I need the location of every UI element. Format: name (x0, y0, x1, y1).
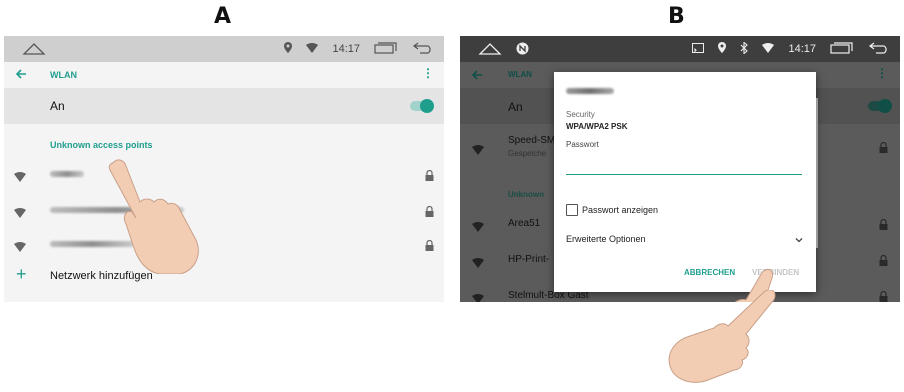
wifi-connect-dialog: Security WPA/WPA2 PSK Passwort Passwort … (554, 72, 816, 292)
lock-icon (879, 289, 888, 302)
list-item-access-point-3[interactable] (4, 230, 444, 260)
wifi-icon (762, 42, 775, 56)
network-name: HP-Print- (508, 254, 550, 265)
cast-icon (692, 42, 705, 56)
panel-label-a: A (214, 4, 232, 29)
status-bar: 14:17 (4, 36, 444, 62)
show-password-checkbox[interactable] (566, 204, 578, 216)
arrow-back-icon (470, 68, 484, 87)
plus-icon: + (16, 264, 27, 284)
panel-label-b: B (668, 4, 685, 29)
wifi-signal-icon (14, 169, 26, 187)
lock-icon (425, 204, 434, 222)
wifi-signal-icon (472, 291, 484, 302)
network-name: Speed-SM (508, 135, 556, 146)
advanced-options-label[interactable]: Erweiterte Optionen (566, 234, 646, 244)
list-item-access-point-2[interactable] (4, 196, 444, 226)
bluetooth-icon (740, 40, 749, 57)
back-icon[interactable] (868, 42, 890, 57)
back-icon[interactable] (412, 42, 434, 57)
wifi-signal-icon (472, 255, 484, 273)
section-header: Unknown access points (50, 140, 153, 150)
show-password-label[interactable]: Passwort anzeigen (582, 205, 658, 215)
network-name-blurred (50, 171, 84, 177)
password-input[interactable] (566, 156, 802, 175)
lock-icon (879, 253, 888, 271)
wlan-toggle-knob (878, 99, 892, 113)
status-bar: 14:17 (460, 36, 900, 62)
list-item-access-point-1[interactable] (4, 160, 444, 190)
toolbar: WLAN ⋮ (4, 62, 444, 88)
password-label: Passwort (566, 140, 599, 149)
network-name-blurred (566, 88, 614, 94)
lock-icon (425, 168, 434, 186)
clock-time: 14:17 (788, 43, 816, 55)
clock-time: 14:17 (332, 43, 360, 55)
screen-b: 14:17 WLAN ⋮ An Speed-SM Gespeiche Unkno… (460, 36, 900, 302)
notification-icon (516, 42, 529, 60)
wlan-switch-label: An (50, 99, 65, 113)
more-vert-icon: ⋮ (876, 66, 888, 80)
lock-icon (879, 217, 888, 235)
home-icon[interactable] (22, 42, 46, 61)
pointing-hand-icon (108, 159, 199, 274)
page-title: WLAN (50, 70, 77, 80)
lock-icon (879, 140, 888, 158)
wifi-signal-icon (14, 205, 26, 223)
more-vert-icon[interactable]: ⋮ (422, 66, 434, 80)
location-icon (284, 42, 293, 56)
wifi-icon (306, 42, 319, 56)
network-status: Gespeiche (508, 149, 547, 158)
page-title: WLAN (508, 70, 532, 79)
wifi-signal-icon (472, 142, 484, 160)
security-value: WPA/WPA2 PSK (566, 122, 628, 131)
add-network-row[interactable]: + Netzwerk hinzufügen (4, 262, 444, 290)
wlan-switch-row[interactable]: An (4, 88, 444, 124)
chevron-down-icon[interactable] (794, 232, 804, 250)
home-icon[interactable] (478, 42, 502, 61)
pointing-hand-lower-icon (668, 290, 776, 383)
arrow-back-icon[interactable] (14, 67, 28, 86)
recents-icon[interactable] (374, 41, 398, 57)
location-icon (718, 42, 727, 56)
recents-icon[interactable] (830, 41, 854, 57)
wifi-signal-icon (14, 239, 26, 257)
wifi-signal-icon (472, 219, 484, 237)
section-header: Unknown (508, 190, 544, 199)
wlan-toggle[interactable] (410, 99, 434, 113)
dialog-scrollbar[interactable] (816, 98, 818, 248)
screen-a: 14:17 WLAN ⋮ An Unknown access points + … (4, 36, 444, 302)
lock-icon (425, 238, 434, 256)
security-label: Security (566, 110, 595, 119)
wlan-switch-label: An (508, 100, 523, 114)
network-name: Area51 (508, 218, 541, 229)
